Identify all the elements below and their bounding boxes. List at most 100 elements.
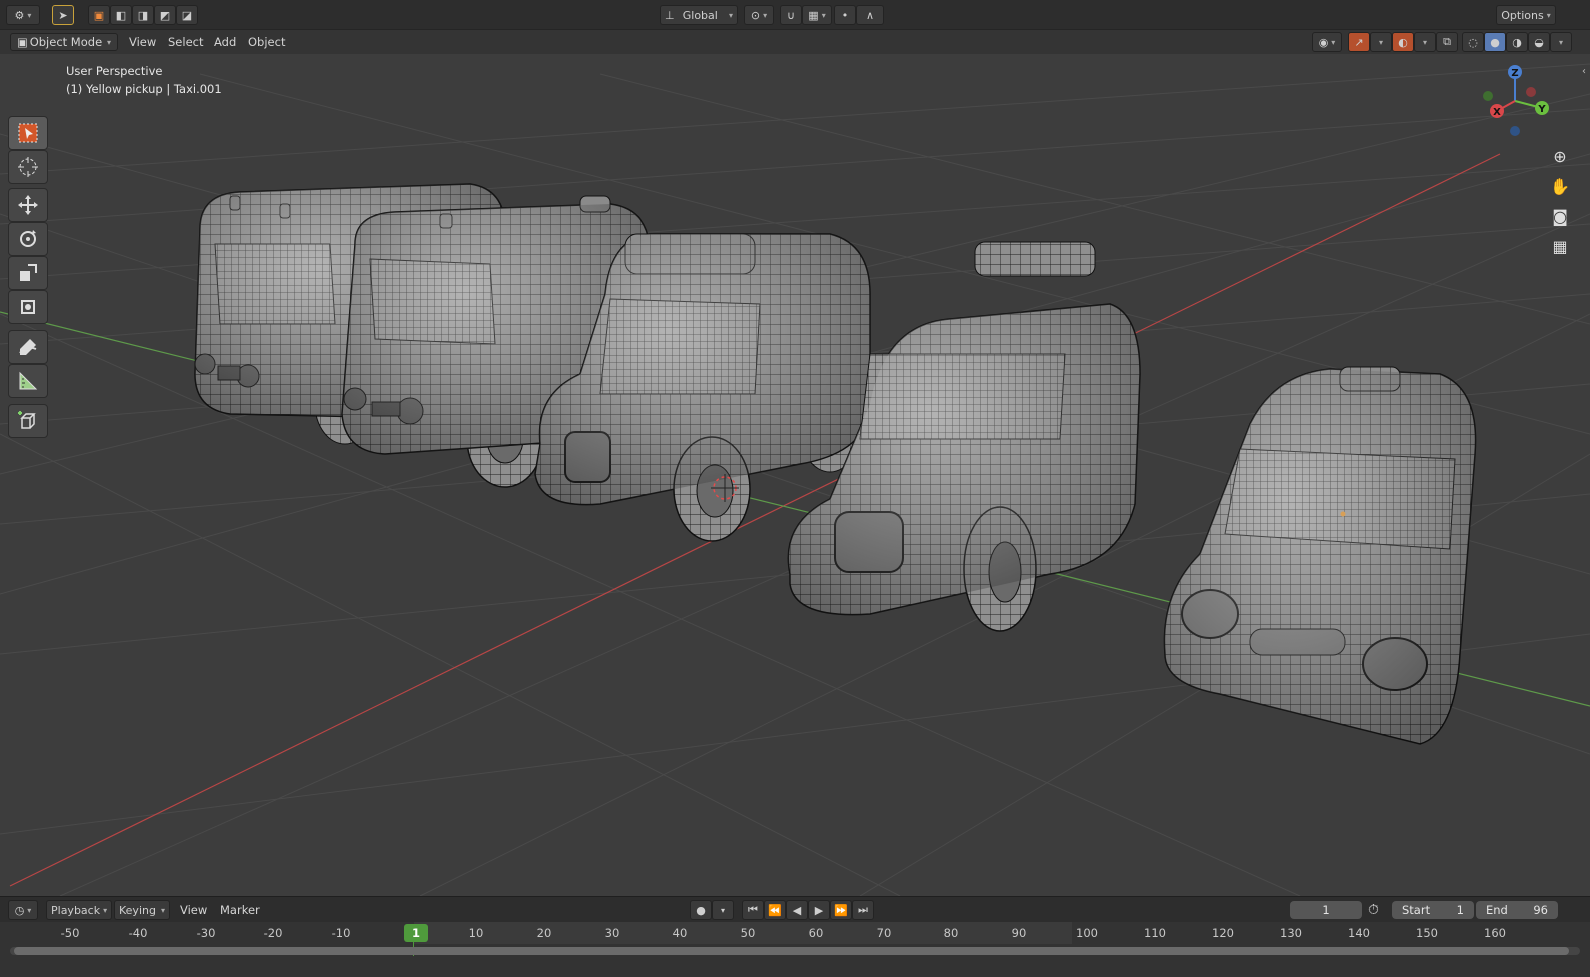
timeline-editor-type[interactable]: ◷ ▾ (8, 900, 38, 920)
transform-orientation-label: Global (682, 8, 718, 22)
sidebar-toggle[interactable]: ‹ (1582, 66, 1586, 77)
xray-button[interactable]: ⧉ (1436, 32, 1458, 52)
end-frame-field[interactable]: End 96 (1476, 901, 1558, 919)
record-button[interactable]: ● (690, 900, 712, 920)
snap-toggle-button[interactable]: ∪ (780, 5, 802, 25)
options-button[interactable]: Options ▾ (1496, 5, 1556, 25)
prev-keyframe-button[interactable]: ⏪ (764, 900, 786, 920)
proportional-edit-button[interactable]: • (834, 5, 856, 25)
mode-select[interactable]: ▣ Object Mode ▾ (10, 33, 118, 51)
play-reverse-button[interactable]: ◀ (786, 900, 808, 920)
chevron-down-icon: ▾ (27, 10, 32, 20)
transform-orientation-select[interactable]: ⊥ Global ▾ (660, 5, 738, 25)
timeline-menu-view[interactable]: View (180, 901, 207, 919)
overlay-toggle-button[interactable]: ◐ (1392, 32, 1414, 52)
select-subtract-button[interactable]: ◨ (132, 5, 154, 25)
scale-tool[interactable] (8, 256, 48, 290)
editor-type-button[interactable]: ◷ ▾ (8, 900, 38, 920)
viewport-scene: Z Y X (0, 63, 1590, 896)
ruler-label: 110 (1144, 926, 1166, 940)
shading-menu-button[interactable]: ▾ (1550, 32, 1572, 52)
falloff-button[interactable]: ∧ (856, 5, 884, 25)
timeline-scrollbar-thumb[interactable] (14, 947, 1569, 955)
stopwatch-icon: ⏱ (1368, 902, 1379, 918)
rendered-shading-button[interactable]: ◒ (1528, 32, 1550, 52)
timeline-body[interactable]: -50 -40 -30 -20 -10 1 10 20 30 40 50 60 … (0, 922, 1590, 977)
solid-shading-button[interactable]: ● (1484, 32, 1506, 52)
keying-dropdown[interactable]: Keying ▾ (114, 900, 170, 920)
playback-label: Playback (51, 903, 101, 917)
menu-object[interactable]: Object (248, 33, 285, 51)
editor-type-button[interactable]: ⚙ ▾ (6, 5, 40, 25)
frame-ruler[interactable]: -50 -40 -30 -20 -10 1 10 20 30 40 50 60 … (10, 922, 1580, 944)
playback-dropdown[interactable]: Playback ▾ (46, 900, 112, 920)
gizmo-menu-button[interactable]: ▾ (1370, 32, 1392, 52)
camera-view-button[interactable]: ◙ (1546, 202, 1574, 230)
pivot-point-button[interactable]: ⊙ ▾ (744, 5, 774, 25)
current-frame-field[interactable]: 1 (1290, 901, 1362, 919)
next-keyframe-button[interactable]: ⏩ (830, 900, 852, 920)
pivot-group: ⊙ ▾ (744, 5, 774, 25)
start-value: 1 (1456, 903, 1464, 917)
play-button[interactable]: ▶ (808, 900, 830, 920)
select-new-button[interactable]: ▣ (88, 5, 110, 25)
rotate-tool[interactable] (8, 222, 48, 256)
gizmo-x-label: X (1493, 107, 1501, 118)
annotate-tool[interactable] (8, 330, 48, 364)
auto-key-menu[interactable]: ▾ (712, 900, 734, 920)
select-intersect-button[interactable]: ◪ (176, 5, 198, 25)
current-frame-value: 1 (1322, 903, 1330, 917)
menu-view[interactable]: View (129, 33, 156, 51)
navigation-gizmo[interactable]: Z Y X (1483, 65, 1549, 136)
timeline-menu-marker[interactable]: Marker (220, 901, 260, 919)
menu-add[interactable]: Add (214, 33, 236, 51)
move-tool[interactable] (8, 188, 48, 222)
select-box-tool[interactable] (8, 116, 48, 150)
camera-icon: ◙ (1552, 206, 1568, 226)
visibility-button[interactable]: ◉ ▾ (1312, 32, 1342, 52)
cursor-tool[interactable] (8, 150, 48, 184)
timeline-scrollbar[interactable] (10, 947, 1580, 955)
viewport-info: User Perspective (1) Yellow pickup | Tax… (66, 62, 222, 98)
chevron-down-icon: ▾ (821, 10, 826, 20)
menu-select[interactable]: Select (168, 33, 203, 51)
editor-type-group: ⚙ ▾ (6, 5, 40, 25)
chevron-down-icon: ▾ (1378, 37, 1383, 47)
xray-group: ⧉ (1436, 32, 1458, 52)
transform-tool[interactable] (8, 290, 48, 324)
viewport-header: ▣ Object Mode ▾ View Select Add Object ◉… (0, 30, 1590, 54)
select-invert-button[interactable]: ◩ (154, 5, 176, 25)
add-cube-tool[interactable] (8, 404, 48, 438)
ortho-toggle-button[interactable]: ▦ (1546, 232, 1574, 260)
ruler-label: -20 (263, 926, 283, 940)
3d-viewport[interactable]: Z Y X User Perspective (1) Yellow pickup… (0, 54, 1590, 896)
playback-menu[interactable]: Playback ▾ (46, 900, 112, 920)
start-frame-field[interactable]: Start 1 (1392, 901, 1474, 919)
chevron-down-icon: ▾ (1331, 37, 1336, 47)
chevron-down-icon: ▾ (1422, 37, 1427, 47)
ruler-label: 80 (943, 926, 959, 940)
zoom-button[interactable]: ⊕ (1546, 142, 1574, 170)
gizmo-toggle-button[interactable]: ↗ (1348, 32, 1370, 52)
measure-tool[interactable] (8, 364, 48, 398)
falloff-curve-icon: ∧ (865, 8, 875, 22)
wireframe-shading-button[interactable]: ◌ (1462, 32, 1484, 52)
jump-start-button[interactable]: ⏮ (742, 900, 764, 920)
jump-end-button[interactable]: ⏭ (852, 900, 874, 920)
overlay-menu-button[interactable]: ▾ (1414, 32, 1436, 52)
measure-icon (19, 371, 38, 390)
clock-icon: ◷ (14, 903, 25, 917)
transform-orientation-group: ⊥ Global ▾ (660, 5, 738, 25)
rendered-sphere-icon: ◒ (1534, 35, 1544, 49)
vehicle-taxi-car[interactable] (1163, 366, 1477, 745)
material-shading-button[interactable]: ◑ (1506, 32, 1528, 52)
next-keyframe-icon: ⏩ (834, 903, 848, 917)
tweak-select-button[interactable]: ➤ (52, 5, 74, 25)
pan-button[interactable]: ✋ (1546, 172, 1574, 200)
preview-range-button[interactable]: ⏱ (1368, 901, 1379, 919)
keying-menu[interactable]: Keying ▾ (114, 900, 170, 920)
select-extend-button[interactable]: ◧ (110, 5, 132, 25)
current-frame-indicator[interactable]: 1 (404, 924, 428, 942)
snap-target-button[interactable]: ▦ ▾ (802, 5, 832, 25)
ruler-label: 10 (468, 926, 484, 940)
